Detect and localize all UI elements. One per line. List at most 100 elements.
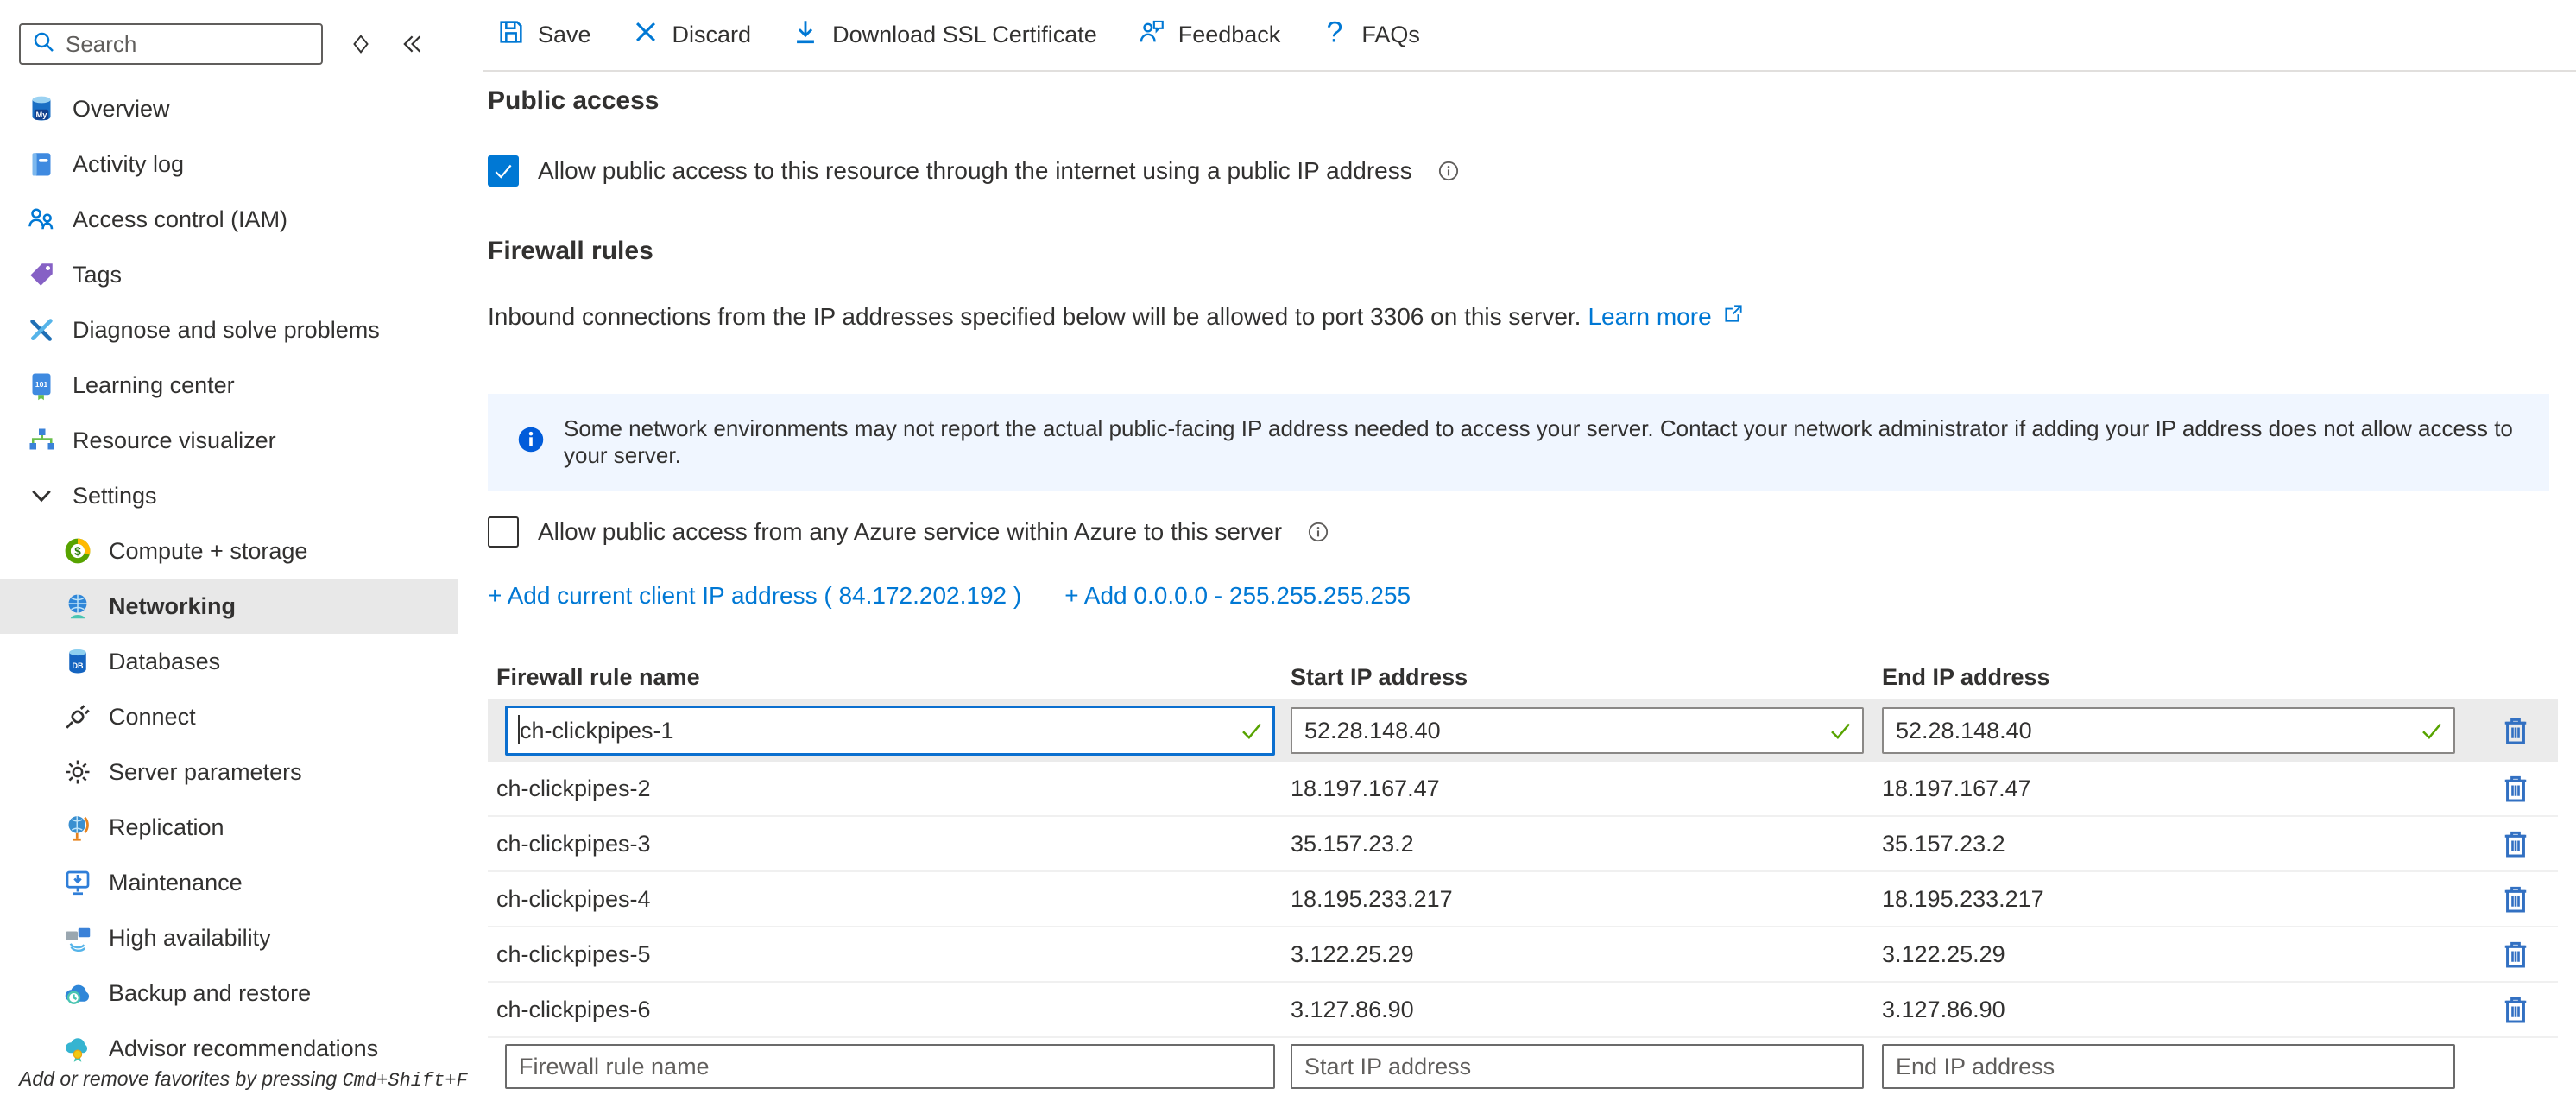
- add-all-range-link[interactable]: + Add 0.0.0.0 - 255.255.255.255: [1064, 582, 1411, 610]
- server-parameters-icon: [62, 756, 93, 788]
- new-start-ip-input[interactable]: [1291, 1044, 1864, 1089]
- collapse-sidebar-icon[interactable]: [399, 31, 425, 57]
- info-icon[interactable]: [1306, 520, 1330, 544]
- delete-rule-button[interactable]: [2497, 881, 2534, 917]
- info-banner-text: Some network environments may not report…: [564, 415, 2549, 469]
- save-icon: [496, 17, 526, 53]
- sidebar-item-backup-and-restore[interactable]: Backup and restore: [0, 965, 458, 1021]
- faq-icon: ?: [1320, 17, 1349, 53]
- toolbar-divider: [483, 70, 2576, 72]
- sidebar-item-label: Advisor recommendations: [109, 1035, 378, 1062]
- table-rows: ch-clickpipes-218.197.167.4718.197.167.4…: [488, 762, 2558, 1038]
- sidebar-item-high-availability[interactable]: High availability: [0, 910, 458, 965]
- toolbar-button-label: Save: [538, 22, 591, 48]
- public-access-checkbox-label: Allow public access to this resource thr…: [538, 157, 1412, 185]
- sidebar-item-settings[interactable]: Settings: [0, 468, 458, 523]
- table-row[interactable]: ch-clickpipes-335.157.23.235.157.23.2: [488, 817, 2558, 872]
- valid-checkmark-icon: [1828, 718, 1853, 744]
- rule-name-cell: ch-clickpipes-6: [488, 997, 1291, 1023]
- feedback-button[interactable]: Feedback: [1137, 17, 1281, 53]
- azure-services-checkbox[interactable]: [488, 516, 519, 548]
- info-icon[interactable]: [1436, 159, 1461, 183]
- sidebar-item-resource-visualizer[interactable]: Resource visualizer: [0, 413, 458, 468]
- public-access-checkbox[interactable]: [488, 155, 519, 187]
- sidebar-item-label: Overview: [73, 96, 170, 123]
- delete-rule-button[interactable]: [2497, 826, 2534, 862]
- high-availability-icon: [62, 922, 93, 953]
- add-client-ip-link[interactable]: + Add current client IP address ( 84.172…: [488, 582, 1021, 610]
- table-row[interactable]: ch-clickpipes-63.127.86.903.127.86.90: [488, 983, 2558, 1038]
- table-row-editing: [488, 699, 2558, 762]
- expand-collapse-all-icon[interactable]: [349, 32, 373, 56]
- azure-services-checkbox-row: Allow public access from any Azure servi…: [488, 516, 1330, 548]
- start-ip-input[interactable]: [1291, 707, 1864, 754]
- delete-rule-button[interactable]: [2497, 712, 2534, 749]
- search-box[interactable]: [19, 23, 323, 65]
- activity-log-icon: [26, 149, 57, 180]
- favorites-hint-keys: Cmd+Shift+F: [343, 1070, 468, 1092]
- start-ip-cell: 3.127.86.90: [1291, 997, 1882, 1023]
- discard-icon: [631, 17, 660, 53]
- learn-more-link[interactable]: Learn more: [1588, 303, 1711, 331]
- end-ip-input[interactable]: [1882, 707, 2455, 754]
- new-rule-name-input[interactable]: [505, 1044, 1275, 1089]
- table-row[interactable]: ch-clickpipes-418.195.233.21718.195.233.…: [488, 872, 2558, 927]
- download-ssl-certificate-button[interactable]: Download SSL Certificate: [791, 17, 1097, 53]
- delete-rule-button[interactable]: [2497, 991, 2534, 1028]
- rule-name-input[interactable]: [505, 706, 1275, 756]
- sidebar-item-databases[interactable]: DBDatabases: [0, 634, 458, 689]
- sidebar-item-server-parameters[interactable]: Server parameters: [0, 744, 458, 800]
- sidebar-item-label: Activity log: [73, 151, 184, 178]
- new-end-ip-input[interactable]: [1882, 1044, 2455, 1089]
- start-ip-cell: 18.197.167.47: [1291, 775, 1882, 802]
- sidebar-item-networking[interactable]: Networking: [0, 579, 458, 634]
- delete-rule-button[interactable]: [2497, 770, 2534, 807]
- sidebar-item-diagnose-and-solve-problems[interactable]: Diagnose and solve problems: [0, 302, 458, 358]
- mysql-overview-icon: My: [26, 93, 57, 124]
- sidebar-item-access-control-iam[interactable]: Access control (IAM): [0, 192, 458, 247]
- sidebar-item-label: Networking: [109, 593, 236, 620]
- discard-button[interactable]: Discard: [631, 17, 752, 53]
- row-actions: [2473, 881, 2558, 917]
- compute-storage-icon: $: [62, 535, 93, 566]
- sidebar-item-replication[interactable]: Replication: [0, 800, 458, 855]
- add-ip-links-row: + Add current client IP address ( 84.172…: [488, 582, 1411, 610]
- sidebar-item-overview[interactable]: My Overview: [0, 81, 458, 136]
- search-input[interactable]: [66, 31, 311, 58]
- sidebar-item-learning-center[interactable]: 101Learning center: [0, 358, 458, 413]
- svg-text:DB: DB: [73, 661, 84, 670]
- start-ip-cell: 35.157.23.2: [1291, 831, 1882, 858]
- sidebar-item-maintenance[interactable]: Maintenance: [0, 855, 458, 910]
- rule-name-cell: ch-clickpipes-5: [488, 941, 1291, 968]
- sidebar-item-label: High availability: [109, 925, 271, 952]
- firewall-rules-table: Firewall rule name Start IP address End …: [488, 655, 2558, 1095]
- sidebar-item-label: Compute + storage: [109, 538, 307, 565]
- toolbar-button-label: Discard: [672, 22, 752, 48]
- faqs-button[interactable]: ?FAQs: [1320, 17, 1420, 53]
- sidebar-item-label: Settings: [73, 483, 157, 510]
- table-row[interactable]: ch-clickpipes-53.122.25.293.122.25.29: [488, 927, 2558, 983]
- sidebar-item-connect[interactable]: Connect: [0, 689, 458, 744]
- favorites-hint: Add or remove favorites by pressing Cmd+…: [19, 1067, 468, 1092]
- start-ip-cell: 3.122.25.29: [1291, 941, 1882, 968]
- sidebar-item-activity-log[interactable]: Activity log: [0, 136, 458, 192]
- valid-checkmark-icon: [1239, 718, 1265, 744]
- table-row[interactable]: ch-clickpipes-218.197.167.4718.197.167.4…: [488, 762, 2558, 817]
- save-button[interactable]: Save: [496, 17, 591, 53]
- rule-name-cell: ch-clickpipes-2: [488, 775, 1291, 802]
- backup-restore-icon: [62, 978, 93, 1009]
- delete-rule-button[interactable]: [2497, 936, 2534, 972]
- replication-icon: [62, 812, 93, 843]
- public-access-heading: Public access: [488, 86, 659, 116]
- text-caret: [518, 715, 520, 744]
- rule-name-cell: ch-clickpipes-4: [488, 886, 1291, 913]
- sidebar-item-tags[interactable]: Tags: [0, 247, 458, 302]
- svg-text:$: $: [74, 545, 81, 558]
- header-firewall-rule-name: Firewall rule name: [488, 664, 1291, 691]
- valid-checkmark-icon: [2419, 718, 2445, 744]
- sidebar-item-compute-storage[interactable]: $ Compute + storage: [0, 523, 458, 579]
- toolbar-button-label: Feedback: [1178, 22, 1281, 48]
- row-actions: [2473, 991, 2558, 1028]
- row-actions: [2473, 936, 2558, 972]
- tags-icon: [26, 259, 57, 290]
